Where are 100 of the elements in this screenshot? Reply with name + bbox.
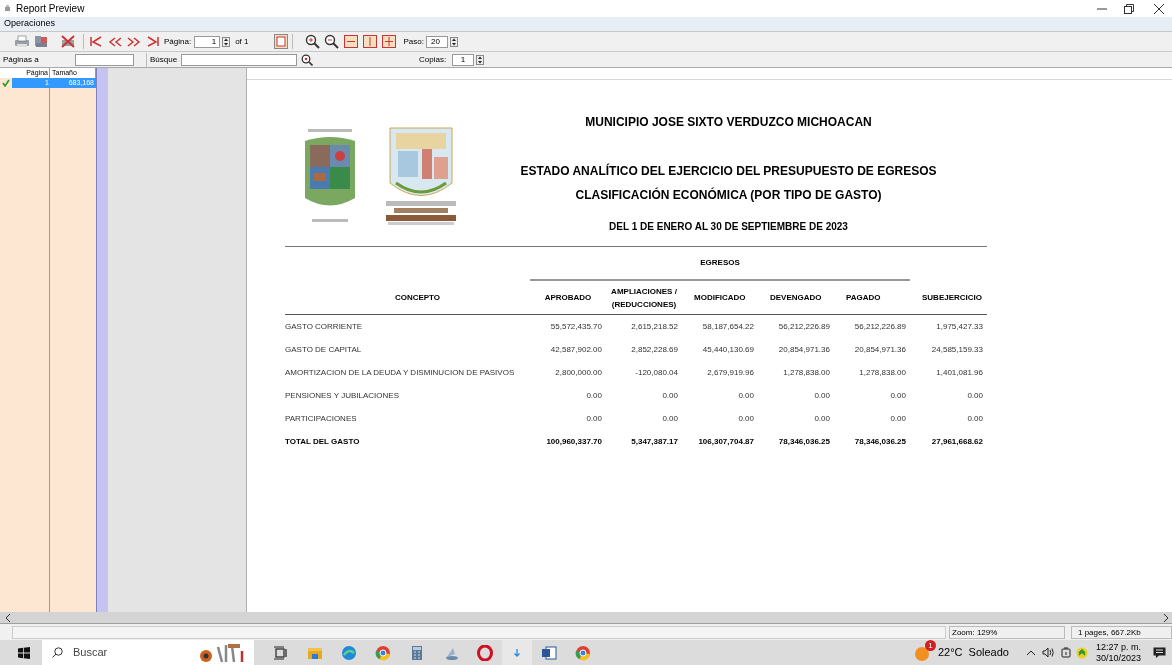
table-cell-text: AMORTIZACION DE LA DEUDA Y DISMINUCION DE PASIVOS	[285, 366, 516, 379]
notification-badge: 1	[924, 639, 936, 651]
app-icon	[4, 5, 11, 12]
table-cell-text: 0.00	[966, 412, 984, 425]
search-icon	[52, 647, 63, 658]
table-cell-text: 106,307,704.87	[697, 435, 755, 448]
scroll-left-icon[interactable]	[5, 613, 11, 622]
browser-icon[interactable]	[375, 644, 391, 661]
info-status: 1 pages, 667.2Kb	[1071, 625, 1172, 639]
window-title: Report Preview	[16, 2, 85, 16]
table-cell-text: 78,346,036.25	[777, 435, 831, 448]
table-cell-text: 0.00	[585, 412, 603, 425]
table-cell-text: 27,961,668.62	[930, 435, 984, 448]
table-cell-text: 0.00	[661, 389, 679, 402]
table-cell-text: 42,587,902.00	[549, 343, 603, 356]
printer-setup-icon[interactable]	[33, 34, 49, 49]
task-view-icon[interactable]	[273, 644, 289, 661]
exit-icon[interactable]	[60, 34, 76, 49]
page-count: of 1	[235, 35, 249, 48]
table-cell-text: 58,187,654.22	[701, 320, 755, 333]
spin-icon[interactable]	[476, 54, 484, 65]
last-page-icon[interactable]	[145, 34, 161, 49]
table-cell-text: 1,401,081.96	[935, 366, 984, 379]
restore-icon[interactable]	[1124, 3, 1134, 14]
search-field[interactable]	[181, 53, 297, 66]
clock[interactable]: 12:27 p. m. 30/10/2023	[1095, 641, 1141, 664]
table-cell-text: 1,278,838.00	[782, 366, 831, 379]
start-icon[interactable]	[18, 646, 30, 659]
device-icon[interactable]	[1060, 646, 1071, 659]
weather-text[interactable]: 22°C Soleado	[937, 644, 1009, 661]
table-cell-text: 55,572,435.70	[549, 320, 603, 333]
table-cell-text: PARTICIPACIONES	[285, 412, 358, 425]
fit-height-icon[interactable]	[362, 34, 379, 49]
zoom-in-icon[interactable]	[305, 34, 322, 49]
horizontal-scrollbar[interactable]	[0, 612, 1172, 623]
sync-icon[interactable]	[1075, 646, 1088, 659]
pages-field[interactable]	[75, 53, 134, 66]
table-cell-text: 56,212,226.89	[853, 320, 907, 333]
close-icon[interactable]	[1154, 3, 1164, 14]
table-cell-text: 0.00	[737, 412, 755, 425]
fit-width-icon[interactable]	[343, 34, 360, 49]
fit-page-icon[interactable]	[381, 34, 398, 49]
table-cell-text: TOTAL DEL GASTO	[285, 435, 361, 448]
report-period: DEL 1 DE ENERO AL 30 DE SEPTIEMBRE DE 2023	[609, 220, 848, 234]
document-icon[interactable]	[541, 644, 557, 661]
pages-label: Páginas a	[3, 53, 40, 66]
table-cell-text: 56,212,226.89	[777, 320, 831, 333]
column-header: DEVENGADO	[769, 292, 823, 304]
calculator-icon[interactable]	[409, 644, 425, 661]
scroll-right-icon[interactable]	[1163, 613, 1169, 622]
table-cell-text: 0.00	[661, 412, 679, 425]
speaker-icon[interactable]	[1041, 647, 1055, 658]
column-header: AMPLIACIONES / (REDUCCIONES)	[610, 285, 678, 311]
page-layout-icon[interactable]	[274, 34, 289, 49]
download-icon[interactable]	[514, 648, 520, 657]
column-header: MODIFICADO	[693, 292, 747, 304]
zoom-out-icon[interactable]	[324, 34, 341, 49]
column-header: CONCEPTO	[393, 292, 442, 304]
report-title: MUNICIPIO JOSE SIXTO VERDUZCO MICHOACAN	[585, 114, 872, 131]
browser-icon[interactable]	[477, 644, 493, 661]
table-cell-text: 2,679,919.96	[706, 366, 755, 379]
browser-icon[interactable]	[575, 644, 591, 661]
table-cell-text: 0.00	[889, 389, 907, 402]
table-cell-text: 1,278,838.00	[858, 366, 907, 379]
search-icon[interactable]	[301, 53, 313, 66]
table-cell-text: 1,975,427.33	[935, 320, 984, 333]
column-header: APROBADO	[543, 292, 593, 304]
table-cell-text: 24,585,159.33	[930, 343, 984, 356]
notifications-icon[interactable]	[1153, 646, 1166, 659]
search-label: Búsque	[150, 53, 179, 66]
table-cell-text: 45,440,130.69	[701, 343, 755, 356]
search-field[interactable]: Buscar	[42, 640, 254, 665]
report-subtitle: CLASIFICACIÓN ECONÓMICA (POR TIPO DE GASTO)	[575, 186, 882, 204]
previous-page-icon[interactable]	[107, 34, 123, 49]
copies-label: Copias:	[419, 53, 448, 66]
menu-item[interactable]: Operaciones	[0, 17, 60, 31]
table-cell-text: GASTO DE CAPITAL	[285, 343, 363, 356]
table-cell-text: 0.00	[889, 412, 907, 425]
zoom-status: Zoom: 129%	[949, 625, 1065, 639]
table-cell-text: 2,615,218.52	[630, 320, 679, 333]
page-field[interactable]: 1	[194, 35, 221, 48]
chevron-up-icon[interactable]	[1025, 649, 1036, 656]
next-page-icon[interactable]	[126, 34, 142, 49]
table-cell-text: 5,347,387.17	[630, 435, 679, 448]
browser-icon[interactable]	[341, 644, 357, 661]
vertical-scrollbar[interactable]	[96, 68, 108, 612]
table-cell-text: 20,854,971.36	[777, 343, 831, 356]
weather-icon[interactable]	[913, 644, 930, 661]
spin-icon[interactable]	[222, 36, 231, 47]
printer-icon[interactable]	[14, 34, 30, 49]
spin-icon[interactable]	[449, 36, 458, 47]
first-page-icon[interactable]	[88, 34, 104, 49]
step-field[interactable]: 20	[425, 35, 448, 48]
table-cell-text: 0.00	[585, 389, 603, 402]
copies-field[interactable]: 1	[452, 53, 474, 66]
table-cell-text: 0.00	[813, 412, 831, 425]
table-cell-text: GASTO CORRIENTE	[285, 320, 364, 333]
table-cell-text: 2,800,000.00	[554, 366, 603, 379]
table-cell-text: 0.00	[813, 389, 831, 402]
column-header: SUBEJERCICIO	[921, 292, 983, 304]
